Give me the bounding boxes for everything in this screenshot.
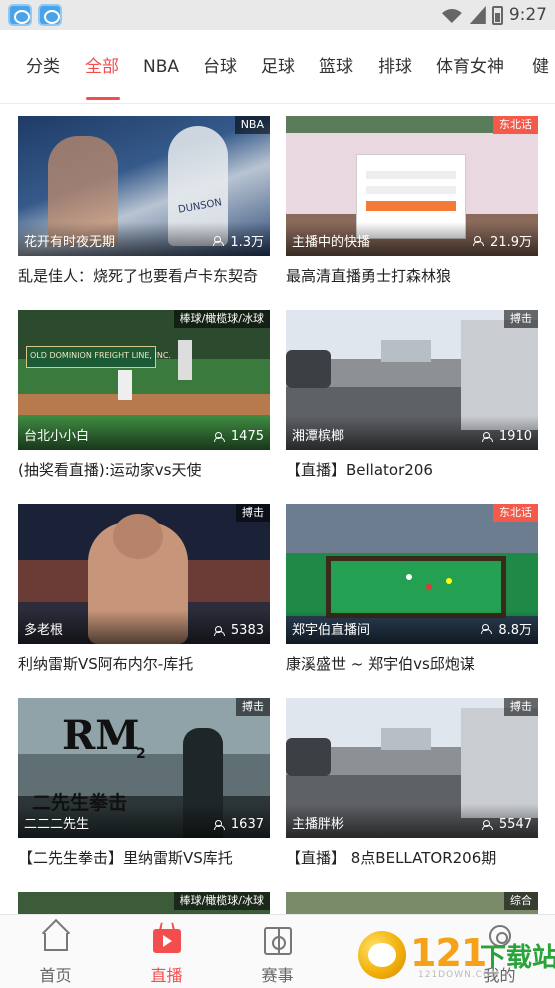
nav-label: 首页 [39,966,72,985]
wifi-icon [440,6,464,24]
viewer-count: 5547 [481,817,532,832]
category-badge: 东北话 [493,116,538,134]
stream-thumbnail[interactable]: 东北话 郑宇伯直播间 8.8万 [286,504,538,644]
live-card[interactable]: RM 2 二先生拳击 搏击 二二二先生 1637 【二先生拳击】里纳雷斯VS库托 [18,698,270,868]
stream-title[interactable]: 最高清直播勇士打森林狼 [286,265,538,286]
banner-text: OLD DOMINION FREIGHT LINE, INC. [30,351,171,360]
category-badge: 棒球/橄榄球/冰球 [173,892,270,910]
status-time: 9:27 [508,5,547,25]
tab-nba[interactable]: NBA [143,30,179,103]
stream-title[interactable]: 【直播】 8点BELLATOR206期 [286,847,538,868]
field-icon [263,927,292,955]
category-badge: 综合 [504,892,538,910]
viewer-count: 21.9万 [473,231,532,250]
stream-thumbnail[interactable]: 棒球/橄榄球/冰球 [18,892,270,914]
stream-title[interactable]: (抽奖看直播):运动家vs天使 [18,459,270,480]
category-badge: 东北话 [493,504,538,522]
site-watermark: 121 下载站 121DOWN.COM [358,923,555,985]
host-name: 二二二先生 [24,817,90,832]
signal-icon [469,6,486,24]
home-icon [43,933,68,951]
tab-sports-goddess[interactable]: 体育女神 [436,30,504,103]
live-feed[interactable]: DUNSON NBA 花开有时夜无期 1.3万 乱是佳人：烧死了也要看卢卡东契奇… [0,104,555,914]
tab-basketball[interactable]: 篮球 [319,30,353,103]
live-card[interactable]: OLD DOMINION FREIGHT LINE, INC. 棒球/橄榄球/冰… [18,310,270,480]
host-name: 郑宇伯直播间 [292,623,371,638]
nav-home[interactable]: 首页 [0,915,111,988]
viewers-icon [213,235,227,246]
viewers-icon [473,235,487,246]
viewer-count: 5383 [213,623,264,638]
tab-football[interactable]: 足球 [261,30,295,103]
stream-thumbnail[interactable]: 搏击 湘潭槟榔 1910 [286,310,538,450]
host-name: 台北小小白 [24,429,90,444]
tab-billiards[interactable]: 台球 [203,30,237,103]
status-bar: 9:27 [0,0,555,30]
stream-title[interactable]: 【二先生拳击】里纳雷斯VS库托 [18,847,270,868]
viewers-icon [213,819,228,830]
viewers-icon [213,431,228,442]
stream-thumbnail[interactable]: DUNSON NBA 花开有时夜无期 1.3万 [18,116,270,256]
live-card[interactable]: 东北话 主播中的快播 21.9万 最高清直播勇士打森林狼 [286,116,538,286]
stream-thumbnail[interactable]: RM 2 二先生拳击 搏击 二二二先生 1637 [18,698,270,838]
live-card[interactable]: 综合 [286,892,538,914]
viewers-icon [213,625,228,636]
watermark-number: 121 [410,931,487,975]
watermark-text: 下载站 [480,943,555,973]
stream-thumbnail[interactable]: OLD DOMINION FREIGHT LINE, INC. 棒球/橄榄球/冰… [18,310,270,450]
viewer-count: 1637 [213,817,264,832]
viewer-count: 8.8万 [481,619,532,638]
live-card[interactable]: 搏击 多老根 5383 利纳雷斯VS阿布内尔-库托 [18,504,270,674]
stream-title[interactable]: 康溪盛世 ~ 郑宇伯vs邱炮谋 [286,653,538,674]
category-badge: 搏击 [504,310,538,328]
category-badge: NBA [234,116,270,134]
live-card[interactable]: 搏击 湘潭槟榔 1910 【直播】Bellator206 [286,310,538,480]
watermark-logo-icon [358,931,406,979]
tab-category[interactable]: 分类 [26,30,60,103]
stream-title[interactable]: 利纳雷斯VS阿布内尔-库托 [18,653,270,674]
nav-label: 直播 [150,966,183,985]
stream-title[interactable]: 乱是佳人：烧死了也要看卢卡东契奇 [18,265,270,286]
stream-thumbnail[interactable]: 东北话 主播中的快播 21.9万 [286,116,538,256]
host-name: 主播中的快播 [292,235,371,250]
battery-icon [491,5,503,25]
host-name: 主播胖彬 [292,817,345,832]
nav-events[interactable]: 赛事 [222,915,333,988]
host-name: 湘潭槟榔 [292,429,345,444]
tab-volleyball[interactable]: 排球 [378,30,412,103]
live-card[interactable]: 东北话 郑宇伯直播间 8.8万 康溪盛世 ~ 郑宇伯vs邱炮谋 [286,504,538,674]
tab-all[interactable]: 全部 [85,30,119,103]
stream-thumbnail[interactable]: 综合 [286,892,538,914]
host-name: 多老根 [24,623,64,638]
rm-logo-sub: 2 [136,746,146,762]
viewer-count: 1910 [481,429,532,444]
stream-thumbnail[interactable]: 搏击 主播胖彬 5547 [286,698,538,838]
category-tabs: 分类 全部 NBA 台球 足球 篮球 排球 体育女神 健 [0,30,555,104]
live-card[interactable]: DUNSON NBA 花开有时夜无期 1.3万 乱是佳人：烧死了也要看卢卡东契奇 [18,116,270,286]
rox-app-icon [38,4,62,26]
category-badge: 搏击 [504,698,538,716]
watermark-sub: 121DOWN.COM [418,970,500,980]
nav-label: 赛事 [261,966,294,985]
viewers-icon [481,623,495,634]
viewers-icon [481,819,496,830]
stream-title[interactable]: 【直播】Bellator206 [286,459,538,480]
active-tab-indicator [86,97,120,100]
host-name: 花开有时夜无期 [24,235,116,250]
live-tv-icon [152,929,181,953]
viewer-count: 1475 [213,429,264,444]
live-card[interactable]: 棒球/橄榄球/冰球 [18,892,270,914]
live-card[interactable]: 搏击 主播胖彬 5547 【直播】 8点BELLATOR206期 [286,698,538,868]
tab-fitness[interactable]: 健 [532,30,549,103]
viewers-icon [481,431,496,442]
stream-thumbnail[interactable]: 搏击 多老根 5383 [18,504,270,644]
status-indicators: 9:27 [440,4,547,26]
category-badge: 搏击 [236,698,270,716]
category-badge: 搏击 [236,504,270,522]
rm-logo: RM [62,712,140,759]
rox-app-icon [8,4,32,26]
category-badge: 棒球/橄榄球/冰球 [173,310,270,328]
nav-live[interactable]: 直播 [111,915,222,988]
viewer-count: 1.3万 [213,231,264,250]
